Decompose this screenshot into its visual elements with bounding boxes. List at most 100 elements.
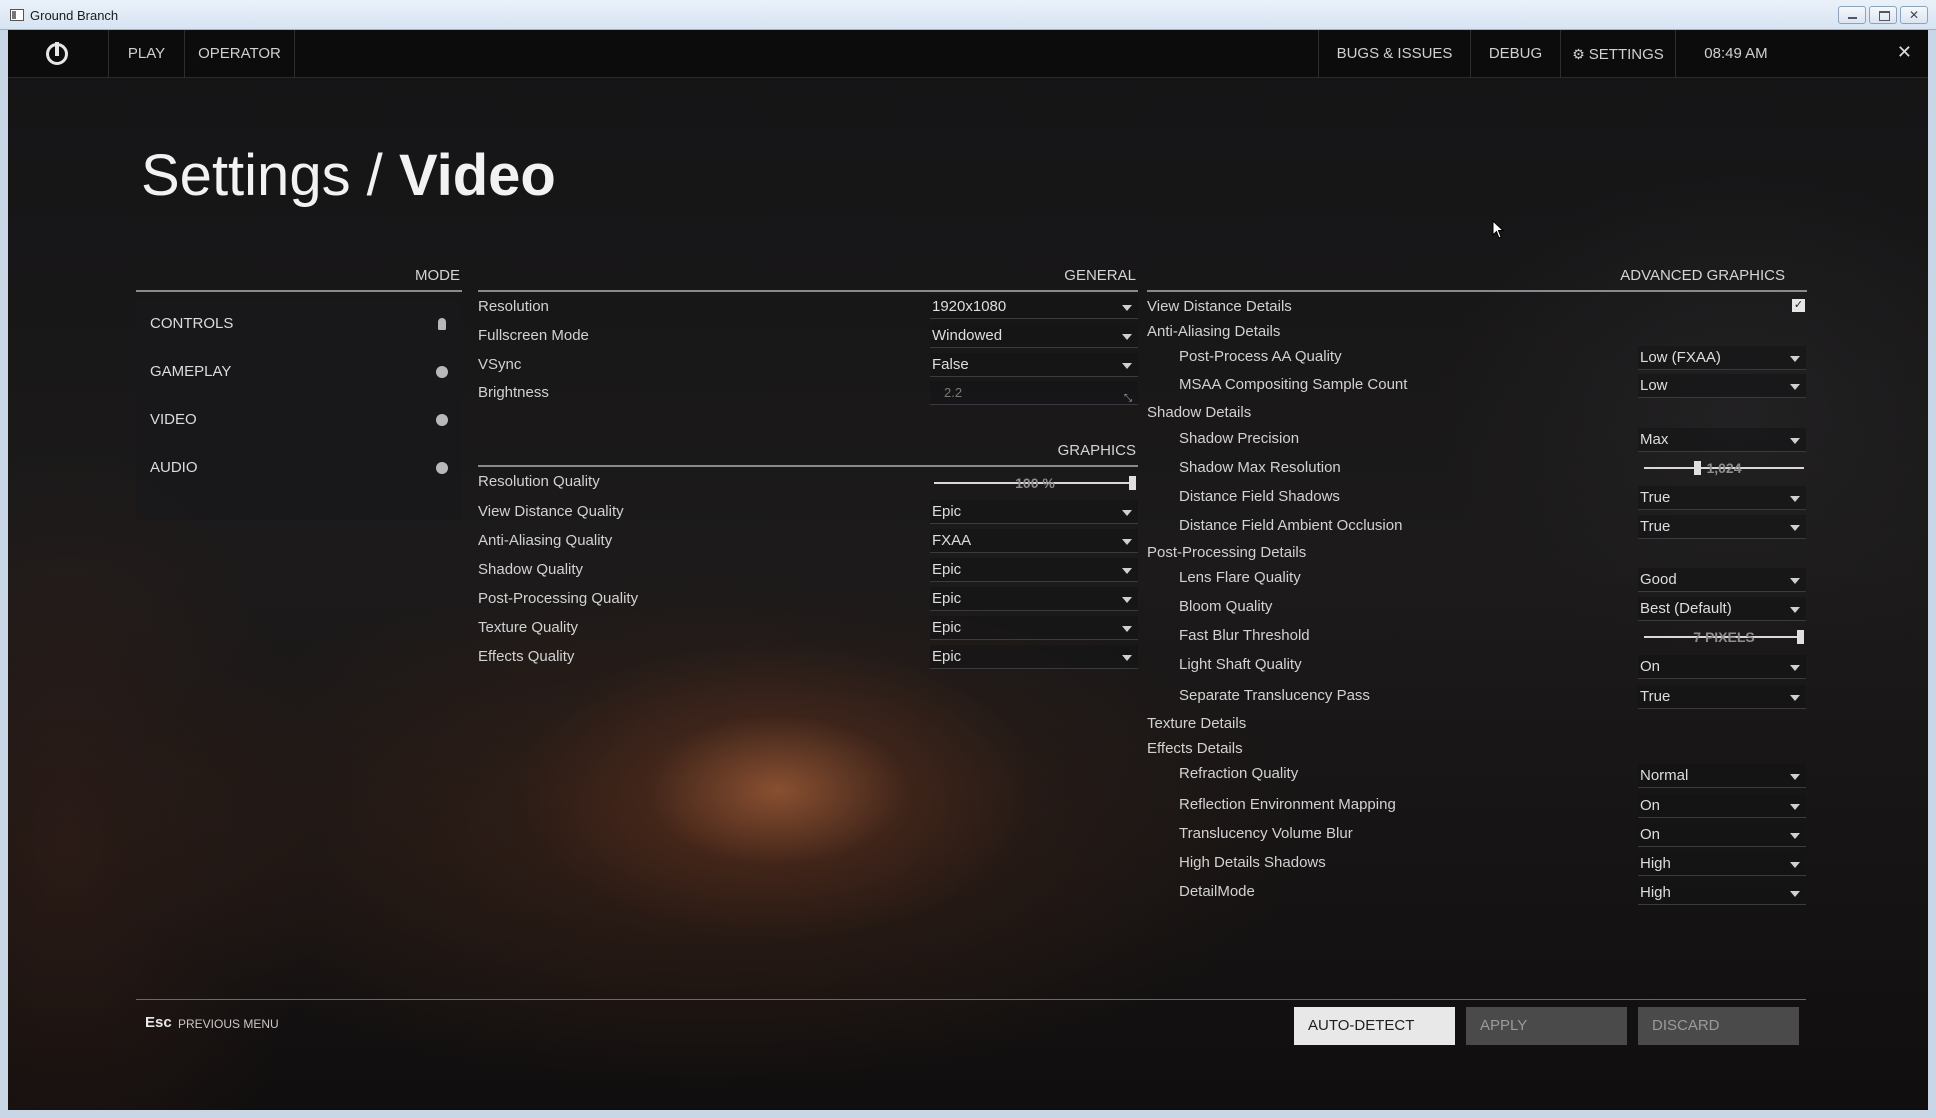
- view-distance-quality-label: View Distance Quality: [478, 503, 624, 520]
- fullscreen-mode-value: Windowed: [932, 327, 1003, 344]
- previous-menu-link[interactable]: PREVIOUS MENU: [178, 1017, 279, 1031]
- close-icon[interactable]: ✕: [1897, 42, 1912, 63]
- chevron-down-icon: [1790, 525, 1800, 531]
- vsync-dropdown[interactable]: False: [930, 353, 1138, 377]
- brightness-field[interactable]: 2.2 ⤡: [930, 381, 1138, 405]
- detail-mode-dropdown[interactable]: High: [1638, 881, 1806, 905]
- fast-blur-threshold-slider[interactable]: 7 PIXELS: [1644, 627, 1804, 647]
- minimize-button[interactable]: [1838, 6, 1866, 24]
- effects-details-heading: Effects Details: [1147, 740, 1243, 757]
- view-distance-quality-value: Epic: [932, 503, 962, 520]
- separate-translucency-label: Separate Translucency Pass: [1179, 687, 1370, 704]
- brightness-value: 2.2: [944, 385, 963, 400]
- fullscreen-mode-label: Fullscreen Mode: [478, 327, 589, 344]
- reflection-env-mapping-dropdown[interactable]: On: [1638, 794, 1806, 818]
- general-header: GENERAL: [478, 266, 1138, 292]
- chevron-down-icon: [1790, 665, 1800, 671]
- detail-mode-label: DetailMode: [1179, 883, 1255, 900]
- globe-icon: [436, 462, 448, 474]
- light-shaft-quality-value: On: [1640, 658, 1661, 675]
- shadow-quality-label: Shadow Quality: [478, 561, 584, 578]
- post-processing-quality-dropdown[interactable]: Epic: [930, 587, 1138, 611]
- distance-field-ao-value: True: [1640, 518, 1671, 535]
- resolution-dropdown[interactable]: 1920x1080: [930, 295, 1138, 319]
- advanced-graphics-header: ADVANCED GRAPHICS: [1147, 266, 1807, 292]
- mode-item-gameplay[interactable]: GAMEPLAY: [136, 348, 462, 396]
- discard-button[interactable]: DISCARD: [1638, 1007, 1799, 1045]
- anti-aliasing-quality-value: FXAA: [932, 532, 972, 549]
- light-shaft-quality-label: Light Shaft Quality: [1179, 656, 1302, 673]
- page-title-current: Video: [398, 143, 556, 208]
- resolution-quality-slider[interactable]: 100 %: [934, 473, 1136, 493]
- distance-field-ao-dropdown[interactable]: True: [1638, 515, 1806, 539]
- shadow-max-resolution-slider[interactable]: 1,024: [1644, 458, 1804, 478]
- chevron-down-icon: [1790, 774, 1800, 780]
- bloom-quality-dropdown[interactable]: Best (Default): [1638, 597, 1806, 621]
- light-shaft-quality-dropdown[interactable]: On: [1638, 655, 1806, 679]
- shadow-quality-dropdown[interactable]: Epic: [930, 558, 1138, 582]
- apply-button[interactable]: APPLY: [1466, 1007, 1627, 1045]
- post-process-aa-dropdown[interactable]: Low (FXAA): [1638, 346, 1806, 370]
- mode-item-audio[interactable]: AUDIO: [136, 444, 462, 492]
- mode-item-label: AUDIO: [150, 459, 198, 476]
- mode-item-label: VIDEO: [150, 411, 197, 428]
- page-title-prefix: Settings /: [141, 143, 383, 208]
- advanced-graphics-checkbox[interactable]: ✓: [1792, 299, 1805, 312]
- mode-item-video[interactable]: VIDEO: [136, 396, 462, 444]
- auto-detect-button[interactable]: AUTO-DETECT: [1294, 1007, 1455, 1045]
- effects-quality-label: Effects Quality: [478, 648, 575, 665]
- nav-play[interactable]: PLAY: [109, 30, 185, 78]
- refraction-quality-label: Refraction Quality: [1179, 765, 1299, 782]
- nav-operator[interactable]: OPERATOR: [185, 30, 295, 78]
- shadow-precision-dropdown[interactable]: Max: [1638, 428, 1806, 452]
- mode-item-label: GAMEPLAY: [150, 363, 232, 380]
- window-title: Ground Branch: [30, 8, 119, 23]
- footer-divider: [136, 999, 1806, 1000]
- resize-icon: ⤡: [1124, 393, 1132, 404]
- nav-settings[interactable]: ⚙ SETTINGS: [1561, 30, 1676, 78]
- view-distance-quality-dropdown[interactable]: Epic: [930, 500, 1138, 524]
- separate-translucency-dropdown[interactable]: True: [1638, 685, 1806, 709]
- distance-field-shadows-dropdown[interactable]: True: [1638, 486, 1806, 510]
- high-details-shadows-value: High: [1640, 855, 1671, 872]
- translucency-volume-blur-dropdown[interactable]: On: [1638, 823, 1806, 847]
- fullscreen-mode-dropdown[interactable]: Windowed: [930, 324, 1138, 348]
- mode-item-label: CONTROLS: [150, 315, 234, 332]
- post-process-aa-label: Post-Process AA Quality: [1179, 348, 1342, 365]
- msaa-sample-count-label: MSAA Compositing Sample Count: [1179, 376, 1408, 393]
- lens-flare-quality-dropdown[interactable]: Good: [1638, 568, 1806, 592]
- chevron-down-icon: [1790, 804, 1800, 810]
- distance-field-ao-label: Distance Field Ambient Occlusion: [1179, 517, 1403, 534]
- anti-aliasing-quality-dropdown[interactable]: FXAA: [930, 529, 1138, 553]
- high-details-shadows-dropdown[interactable]: High: [1638, 852, 1806, 876]
- lens-flare-quality-value: Good: [1640, 571, 1677, 588]
- chevron-down-icon: [1122, 597, 1132, 603]
- refraction-quality-dropdown[interactable]: Normal: [1638, 764, 1806, 788]
- post-processing-quality-label: Post-Processing Quality: [478, 590, 639, 607]
- translucency-volume-blur-label: Translucency Volume Blur: [1179, 825, 1353, 842]
- chevron-down-icon: [1122, 363, 1132, 369]
- post-process-aa-value: Low (FXAA): [1640, 349, 1721, 366]
- msaa-sample-count-dropdown[interactable]: Low: [1638, 374, 1806, 398]
- bloom-quality-value: Best (Default): [1640, 600, 1732, 617]
- chevron-down-icon: [1790, 607, 1800, 613]
- effects-quality-value: Epic: [932, 648, 962, 665]
- chevron-down-icon: [1790, 578, 1800, 584]
- mode-item-controls[interactable]: CONTROLS: [136, 300, 462, 348]
- bloom-quality-label: Bloom Quality: [1179, 598, 1273, 615]
- texture-quality-dropdown[interactable]: Epic: [930, 616, 1138, 640]
- texture-quality-value: Epic: [932, 619, 962, 636]
- home-button[interactable]: [8, 30, 109, 78]
- translucency-volume-blur-value: On: [1640, 826, 1661, 843]
- window-close-button[interactable]: [1900, 6, 1928, 24]
- nav-bugs-issues[interactable]: BUGS & ISSUES: [1318, 30, 1471, 78]
- maximize-button[interactable]: [1869, 6, 1897, 24]
- detail-mode-value: High: [1640, 884, 1671, 901]
- effects-quality-dropdown[interactable]: Epic: [930, 645, 1138, 669]
- window-titlebar[interactable]: Ground Branch: [0, 0, 1936, 30]
- gear-icon: ⚙: [1572, 46, 1585, 62]
- refraction-quality-value: Normal: [1640, 767, 1689, 784]
- chevron-down-icon: [1122, 626, 1132, 632]
- nav-debug[interactable]: DEBUG: [1471, 30, 1561, 78]
- check-icon: ✓: [1793, 299, 1804, 311]
